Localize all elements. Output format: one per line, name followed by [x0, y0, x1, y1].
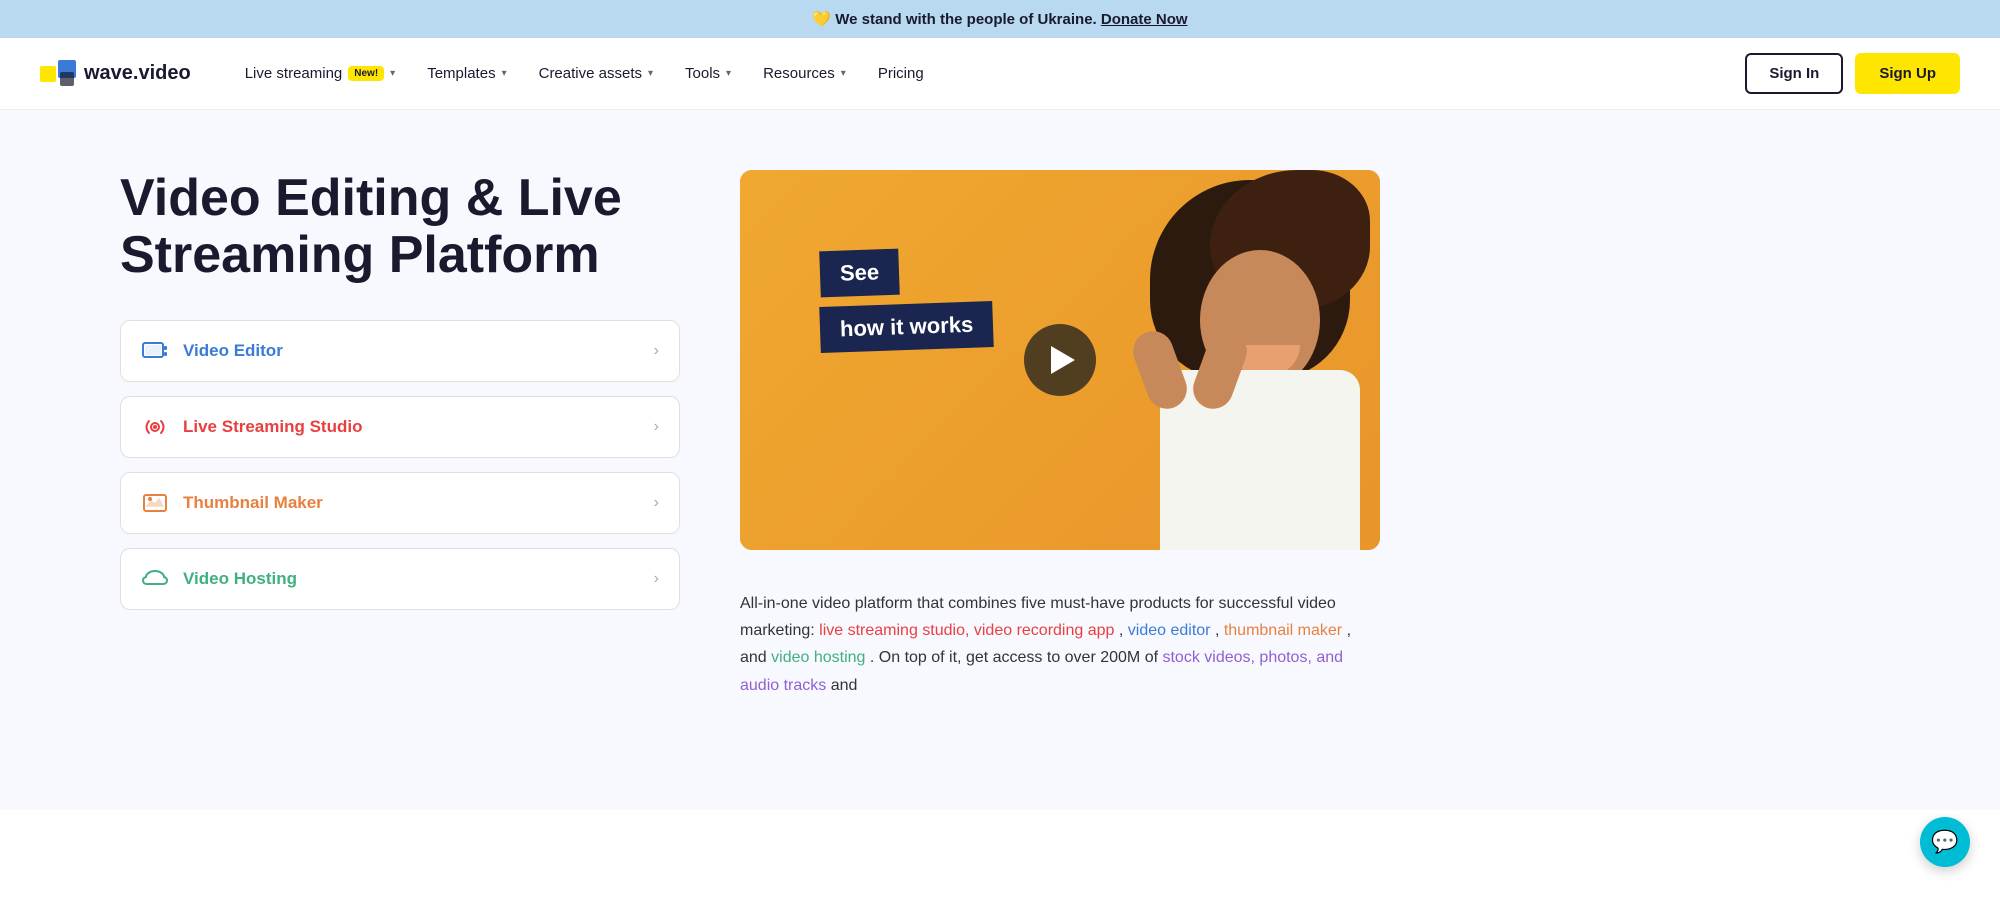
logo-icon [40, 60, 76, 88]
play-triangle-icon [1051, 346, 1075, 374]
chevron-down-icon: ▾ [390, 68, 395, 79]
hero-title: Video Editing & Live Streaming Platform [120, 170, 680, 284]
chevron-down-icon: ▾ [648, 68, 653, 79]
feature-left: Live Streaming Studio [141, 413, 362, 441]
nav-item-templates[interactable]: Templates ▾ [413, 57, 520, 90]
feature-left: Video Editor [141, 337, 283, 365]
nav-label-creative-assets: Creative assets [539, 65, 642, 82]
hero-section: Video Editing & Live Streaming Platform … [0, 110, 2000, 810]
banner-emoji: 💛 [812, 11, 831, 28]
link-live-streaming-studio[interactable]: live streaming studio, video recording a… [819, 622, 1114, 639]
hero-right: See how it works All-in-o [740, 170, 1380, 699]
chevron-right-icon: › [654, 494, 659, 512]
video-editor-icon [141, 337, 169, 365]
new-badge: New! [348, 66, 384, 81]
desc-middle: . On top of it, get access to over 200M … [870, 649, 1163, 666]
feature-item-thumbnail-maker[interactable]: Thumbnail Maker › [120, 472, 680, 534]
chevron-right-icon: › [654, 570, 659, 588]
feature-label-video-editor: Video Editor [183, 341, 283, 361]
video-wrapper: See how it works [740, 170, 1380, 550]
link-video-hosting[interactable]: video hosting [771, 649, 865, 666]
link-thumbnail-maker[interactable]: thumbnail maker [1224, 622, 1342, 639]
banner-text: We stand with the people of Ukraine. [835, 11, 1096, 28]
video-hosting-icon [141, 565, 169, 593]
nav-label-tools: Tools [685, 65, 720, 82]
nav-label-live-streaming: Live streaming [245, 65, 343, 82]
hero-left: Video Editing & Live Streaming Platform … [120, 170, 680, 610]
desc-comma2: , [1215, 622, 1224, 639]
ukraine-banner: 💛 We stand with the people of Ukraine. D… [0, 0, 2000, 38]
chevron-down-icon: ▾ [726, 68, 731, 79]
desc-comma1: , [1119, 622, 1128, 639]
chevron-down-icon: ▾ [841, 68, 846, 79]
nav-item-creative-assets[interactable]: Creative assets ▾ [525, 57, 667, 90]
feature-label-video-hosting: Video Hosting [183, 569, 297, 589]
feature-label-thumbnail-maker: Thumbnail Maker [183, 493, 323, 513]
donate-link[interactable]: Donate Now [1101, 11, 1188, 28]
nav-items: Live streaming New! ▾ Templates ▾ Creati… [231, 57, 1746, 90]
feature-item-live-streaming-studio[interactable]: Live Streaming Studio › [120, 396, 680, 458]
nav-item-tools[interactable]: Tools ▾ [671, 57, 745, 90]
video-preview[interactable]: See how it works [740, 170, 1380, 550]
nav-label-templates: Templates [427, 65, 495, 82]
nav-label-pricing: Pricing [878, 65, 924, 82]
nav-item-pricing[interactable]: Pricing [864, 57, 938, 90]
chat-icon: 💬 [1931, 829, 1958, 855]
feature-item-video-hosting[interactable]: Video Hosting › [120, 548, 680, 610]
chat-support-button[interactable]: 💬 [1920, 817, 1970, 867]
desc-end: and [831, 677, 858, 694]
nav-label-resources: Resources [763, 65, 835, 82]
thumbnail-maker-icon [141, 489, 169, 517]
logo[interactable]: wave.video [40, 60, 191, 88]
see-how-badge: See how it works [820, 250, 993, 350]
feature-left: Video Hosting [141, 565, 297, 593]
description-text: All-in-one video platform that combines … [740, 590, 1380, 699]
chevron-down-icon: ▾ [502, 68, 507, 79]
sign-in-button[interactable]: Sign In [1745, 53, 1843, 94]
nav-actions: Sign In Sign Up [1745, 53, 1960, 94]
feature-label-live-streaming: Live Streaming Studio [183, 417, 362, 437]
play-button[interactable] [1024, 324, 1096, 396]
chevron-right-icon: › [654, 418, 659, 436]
live-streaming-icon [141, 413, 169, 441]
feature-list: Video Editor › Live Streaming Stud [120, 320, 680, 610]
feature-item-video-editor[interactable]: Video Editor › [120, 320, 680, 382]
logo-text: wave.video [84, 62, 191, 85]
link-video-editor[interactable]: video editor [1128, 622, 1211, 639]
nav-item-resources[interactable]: Resources ▾ [749, 57, 860, 90]
nav-item-live-streaming[interactable]: Live streaming New! ▾ [231, 57, 409, 90]
feature-left: Thumbnail Maker [141, 489, 323, 517]
sign-up-button[interactable]: Sign Up [1855, 53, 1960, 94]
main-nav: wave.video Live streaming New! ▾ Templat… [0, 38, 2000, 110]
chevron-right-icon: › [654, 342, 659, 360]
